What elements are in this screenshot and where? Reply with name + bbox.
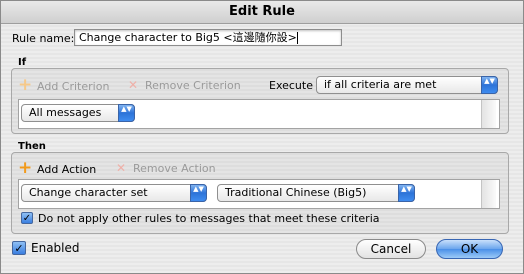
add-criterion-button[interactable]: + Add Criterion [18,76,109,94]
if-heading: If [18,57,27,68]
action-popup[interactable]: Change character set ▲▼ [21,184,207,202]
plus-icon: + [18,158,33,178]
popup-arrows-icon: ▲▼ [118,104,135,122]
window-title: Edit Rule [1,1,523,24]
criterion-popup-value: All messages [29,106,102,119]
stop-rules-label: Do not apply other rules to messages tha… [38,212,380,225]
popup-arrows-icon: ▲▼ [481,76,498,94]
text-caret [296,32,298,44]
then-heading: Then [18,141,46,152]
execute-popup[interactable]: if all criteria are met ▲▼ [316,76,498,94]
actions-scrollbar[interactable] [481,180,496,208]
criterion-popup[interactable]: All messages ▲▼ [21,104,135,122]
x-icon: ✕ [115,161,127,175]
action-popup-value: Change character set [29,186,148,199]
execute-popup-value: if all criteria are met [324,78,437,91]
enabled-label: Enabled [31,241,80,255]
remove-criterion-label: Remove Criterion [145,79,241,92]
criteria-scrollbar[interactable] [481,100,496,128]
ok-button[interactable]: OK [436,239,503,259]
remove-criterion-button[interactable]: ✕ Remove Criterion [126,76,241,94]
popup-arrows-icon: ▲▼ [398,184,415,202]
remove-action-button[interactable]: ✕ Remove Action [114,159,216,177]
edit-rule-dialog: Edit Rule Rule name: Change character to… [0,0,524,274]
execute-label: Execute [269,79,313,92]
plus-icon: + [18,75,33,95]
stop-rules-checkbox[interactable]: ✓ [21,212,33,224]
popup-arrows-icon: ▲▼ [190,184,207,202]
rule-name-label: Rule name: [12,32,75,45]
rule-name-field[interactable]: Change character to Big5 <這邊隨你設> [74,29,342,46]
remove-action-label: Remove Action [133,162,216,175]
charset-popup[interactable]: Traditional Chinese (Big5) ▲▼ [217,184,415,202]
add-action-label: Add Action [37,163,97,176]
enabled-checkbox[interactable]: ✓ [12,241,26,255]
cancel-button[interactable]: Cancel [356,239,426,259]
charset-popup-value: Traditional Chinese (Big5) [225,186,367,199]
x-icon: ✕ [127,78,139,92]
rule-name-value: Change character to Big5 <這邊隨你設> [79,31,297,44]
add-action-button[interactable]: + Add Action [18,159,96,177]
add-criterion-label: Add Criterion [37,80,110,93]
